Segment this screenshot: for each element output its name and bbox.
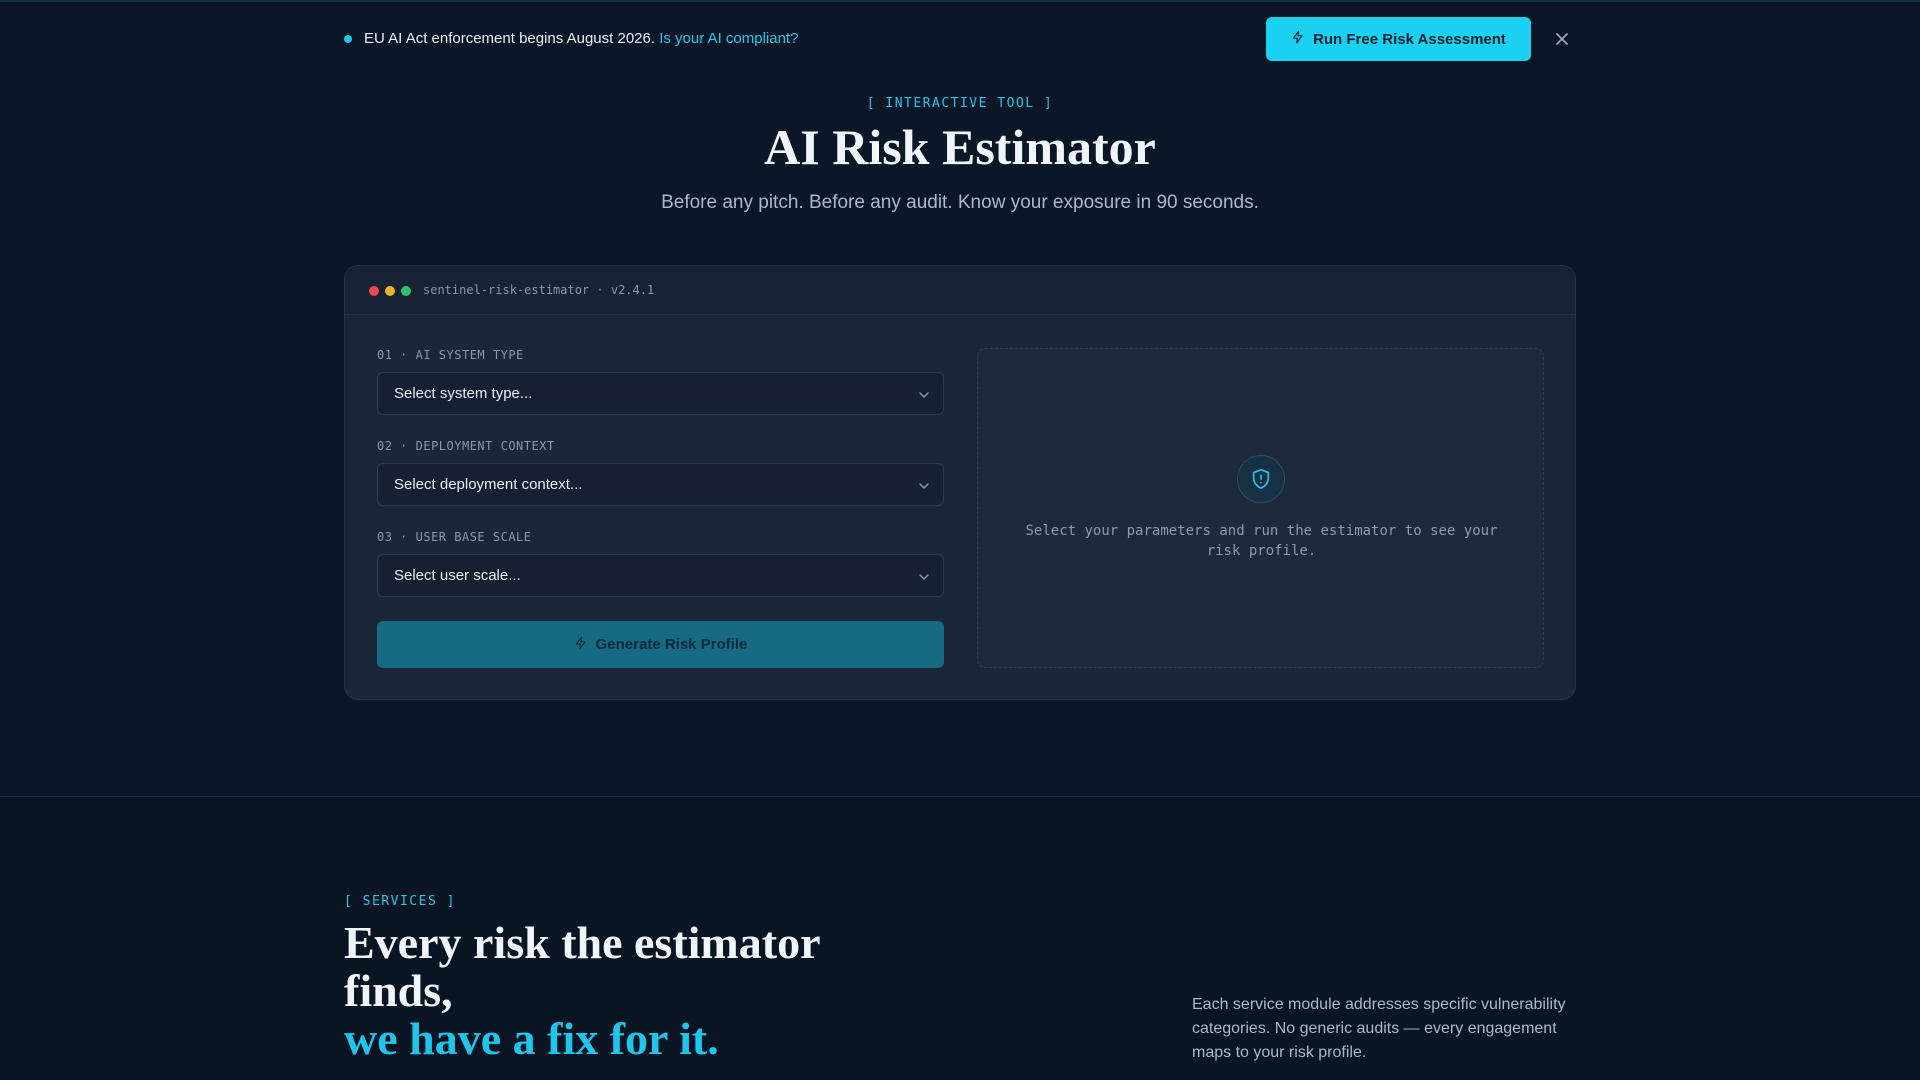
window-minimize-dot	[385, 286, 395, 296]
deployment-context-select[interactable]: Select deployment context...	[377, 463, 944, 506]
deployment-context-value: Select deployment context...	[394, 476, 583, 493]
estimator-card: sentinel-risk-estimator · v2.4.1 01 · AI…	[344, 265, 1576, 700]
section-tag: [ INTERACTIVE TOOL ]	[866, 96, 1054, 111]
banner-message: EU AI Act enforcement begins August 2026…	[364, 30, 798, 47]
generate-label: Generate Risk Profile	[595, 636, 748, 653]
user-scale-select[interactable]: Select user scale...	[377, 554, 944, 597]
banner-text: EU AI Act enforcement begins August 2026…	[364, 30, 656, 47]
chevron-down-icon	[917, 388, 931, 402]
result-panel: Select your parameters and run the estim…	[977, 348, 1544, 668]
top-border	[0, 0, 1920, 2]
page-subtitle: Before any pitch. Before any audit. Know…	[661, 192, 1259, 213]
bolt-icon	[1291, 30, 1305, 48]
window-maximize-dot	[401, 286, 411, 296]
compliance-link[interactable]: Is your AI compliant?	[659, 30, 798, 47]
page-title: AI Risk Estimator	[764, 119, 1156, 175]
status-dot	[344, 35, 352, 43]
system-type-label: 01 · AI SYSTEM TYPE	[377, 348, 524, 362]
empty-state-message: Select your parameters and run the estim…	[1025, 523, 1498, 559]
run-assessment-button[interactable]: Run Free Risk Assessment	[1266, 17, 1531, 61]
close-icon[interactable]	[1552, 29, 1572, 49]
deployment-context-label: 02 · DEPLOYMENT CONTEXT	[377, 439, 555, 453]
services-heading-line1: Every risk the estimator finds,	[344, 917, 820, 1016]
window-title: sentinel-risk-estimator · v2.4.1	[423, 283, 655, 297]
services-description: Each service module addresses specific v…	[1192, 996, 1566, 1061]
services-tag: [ SERVICES ]	[344, 894, 456, 909]
system-type-value: Select system type...	[394, 385, 533, 402]
user-scale-value: Select user scale...	[394, 567, 521, 584]
services-heading-line2: we have a fix for it.	[344, 1013, 719, 1064]
services-heading: Every risk the estimator finds, we have …	[344, 919, 904, 1063]
run-assessment-label: Run Free Risk Assessment	[1313, 30, 1506, 48]
window-close-dot	[369, 286, 379, 296]
user-scale-label: 03 · USER BASE SCALE	[377, 530, 532, 544]
chevron-down-icon	[917, 570, 931, 584]
generate-risk-profile-button[interactable]: Generate Risk Profile	[377, 621, 944, 668]
chevron-down-icon	[917, 479, 931, 493]
services-section	[0, 797, 1920, 1080]
bolt-icon	[574, 636, 588, 654]
shield-icon	[1237, 455, 1285, 503]
announcement-banner: EU AI Act enforcement begins August 2026…	[344, 17, 1576, 61]
system-type-select[interactable]: Select system type...	[377, 372, 944, 415]
window-titlebar: sentinel-risk-estimator · v2.4.1	[345, 266, 1575, 315]
